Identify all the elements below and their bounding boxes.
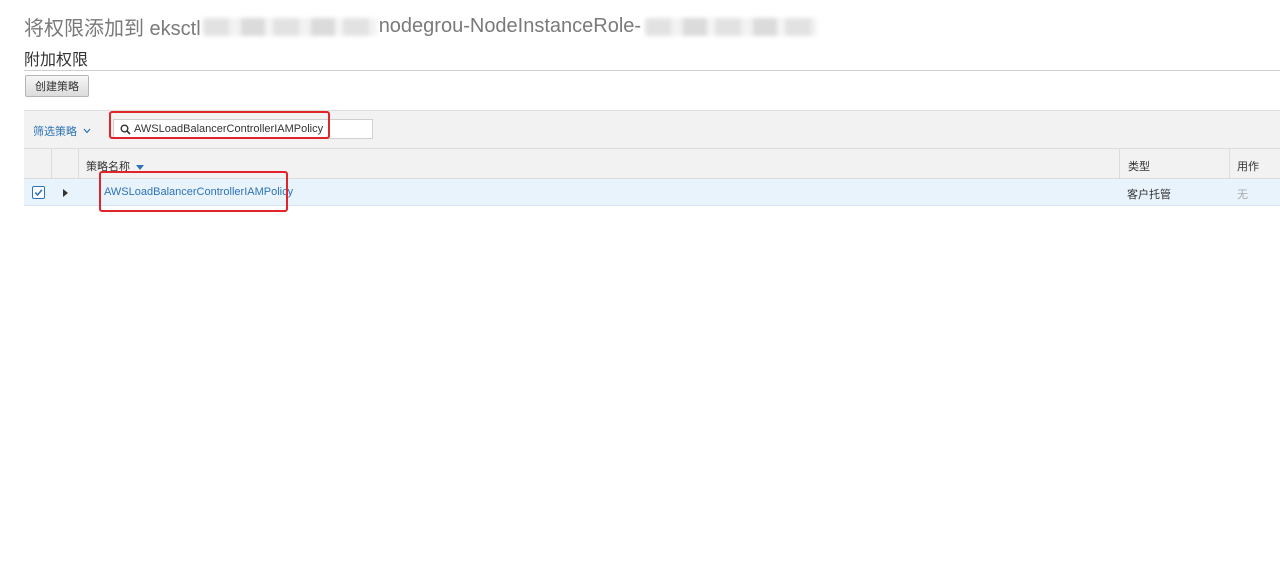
chevron-down-icon xyxy=(83,126,91,136)
section-subtitle: 附加权限 xyxy=(24,52,89,69)
column-divider xyxy=(1229,149,1230,178)
sort-down-icon xyxy=(136,164,144,170)
create-policy-button[interactable]: 创建策略 xyxy=(25,75,89,97)
divider xyxy=(24,70,1280,71)
filter-policy-dropdown[interactable]: 筛选策略 xyxy=(33,123,91,139)
column-divider xyxy=(78,149,79,178)
column-divider xyxy=(51,149,52,178)
page-title-role: nodegrou-NodeInstanceRole- xyxy=(378,15,642,37)
column-divider xyxy=(1119,149,1120,178)
column-header-type[interactable]: 类型 xyxy=(1128,158,1150,174)
column-header-usage[interactable]: 用作 xyxy=(1237,158,1259,174)
expand-right-icon[interactable] xyxy=(63,189,68,197)
page-title: 将权限添加到 eksctl nodegrou-NodeInstanceRole- xyxy=(24,12,818,41)
policy-type: 客户托管 xyxy=(1127,189,1171,201)
policy-highlight-box xyxy=(99,171,288,212)
row-checkbox[interactable] xyxy=(32,186,45,199)
policy-usage: 无 xyxy=(1237,189,1248,201)
redacted-text xyxy=(202,17,377,36)
search-highlight-box xyxy=(109,111,330,139)
page: 将权限添加到 eksctl nodegrou-NodeInstanceRole-… xyxy=(0,0,1280,572)
page-title-prefix: 将权限添加到 eksctl xyxy=(24,18,201,40)
filter-policy-label: 筛选策略 xyxy=(33,126,77,138)
check-icon xyxy=(34,189,43,197)
redacted-text xyxy=(645,17,818,36)
